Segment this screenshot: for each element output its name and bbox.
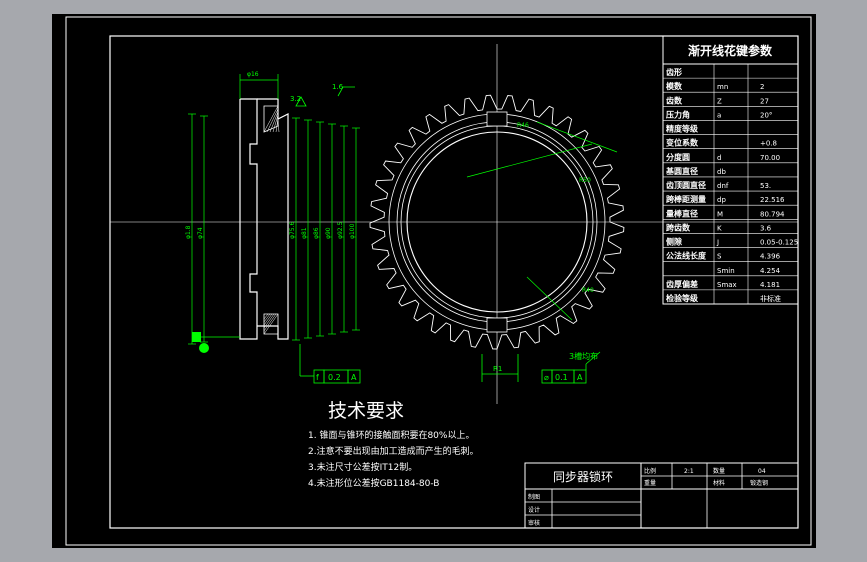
param-name: 公法线长度 <box>666 251 707 261</box>
weight-label: 重量 <box>644 479 656 487</box>
param-name: 跨棒距测量 <box>666 194 706 204</box>
section-outline-right <box>257 98 289 340</box>
gear-label-r46: R46 <box>517 122 529 129</box>
param-name: 齿厚偏差 <box>666 279 698 289</box>
section-dim-label: φ100 <box>349 223 356 239</box>
tech-req-item-3: 3.未注尺寸公差按IT12制。 <box>308 461 417 473</box>
tol-symbol: f <box>316 373 319 382</box>
param-symbol: K <box>717 224 722 232</box>
row-drafter: 制图 <box>528 493 540 501</box>
param-name: 跨齿数 <box>666 222 691 232</box>
scale-value: 2:1 <box>684 468 694 475</box>
tech-req-item-1: 1. 锥面与锥环的接触面积要在80%以上。 <box>308 429 474 441</box>
param-name: 检验等级 <box>666 293 699 303</box>
param-value: 4.396 <box>760 253 781 261</box>
roughness-2: 1.6 <box>332 83 344 91</box>
gear-tolerance-frame: R1 ⌀ 0.1 A 3槽均布 <box>481 351 601 384</box>
param-symbol: mn <box>717 83 728 91</box>
param-value: 70.00 <box>760 154 780 162</box>
param-name: 侧隙 <box>666 237 682 247</box>
slot-note: 3槽均布 <box>569 351 598 361</box>
material-label: 材料 <box>713 479 725 487</box>
section-dim-label: φ81 <box>301 227 308 239</box>
gear-slot <box>486 317 508 333</box>
tech-req-title: 技术要求 <box>328 400 404 422</box>
engineering-drawing: R46 R50 R40 φ1.8 φ74 φ75.6 φ81 φ86 φ90 φ92.5 φ100… <box>65 16 812 546</box>
datum-circle <box>199 343 209 353</box>
param-name: 齿顶圆直径 <box>666 180 706 190</box>
section-dim-label: φ90 <box>325 227 332 239</box>
title-block: 同步器锁环 比例 2:1 数量 04 重量 材料 锻造钢 制图 设计 审核 <box>524 462 799 529</box>
cad-viewport[interactable]: R46 R50 R40 φ1.8 φ74 φ75.6 φ81 φ86 φ90 φ92.5 φ100… <box>52 14 816 548</box>
param-symbol: Z <box>717 97 722 105</box>
section-outline-left <box>239 98 258 340</box>
param-table-title: 渐开线花键参数 <box>688 43 773 58</box>
param-value: 27 <box>760 97 769 105</box>
gear-label-r40: R40 <box>582 287 594 294</box>
param-name: 齿数 <box>666 95 683 105</box>
param-symbol: d <box>717 154 721 162</box>
param-value: 2 <box>760 83 764 91</box>
param-symbol: S <box>717 253 722 261</box>
section-dimensions: φ1.8 φ74 φ75.6 φ81 φ86 φ90 φ92.5 φ100 φ16 <box>185 71 360 345</box>
param-name: 齿形 <box>666 67 682 77</box>
spline-parameter-table: 渐开线花键参数 齿形模数 mn 2 齿数 Z 27 压力角 a 20° 精度等级变位系数 +0.8 分… <box>662 35 799 305</box>
param-value: 22.516 <box>760 196 785 204</box>
section-dim-label: φ92.5 <box>337 222 344 240</box>
param-value: 20° <box>760 112 772 120</box>
section-dim-label: φ75.6 <box>289 222 296 240</box>
tol-value: 0.2 <box>328 373 341 382</box>
section-view: φ1.8 φ74 φ75.6 φ81 φ86 φ90 φ92.5 φ100φ16 f 0.2 … <box>185 71 361 384</box>
param-name: 压力角 <box>666 110 690 120</box>
param-value: 3.6 <box>760 224 772 232</box>
material-name: 锻造钢 <box>750 479 768 487</box>
sheet-label: 数量 <box>713 467 725 475</box>
section-dim-label: φ1.8 <box>185 225 192 239</box>
param-value: 80.794 <box>760 210 785 218</box>
param-name: 基圆直径 <box>665 166 698 176</box>
gear-label-r50: R50 <box>579 177 591 184</box>
tech-req-item-2: 2.注意不要出现由加工造成而产生的毛刺。 <box>308 445 479 457</box>
param-symbol: a <box>717 112 721 120</box>
param-value: 0.05-0.125 <box>760 239 798 247</box>
width-dim-label: φ16 <box>247 71 259 78</box>
param-symbol: dp <box>717 196 726 204</box>
param-value: 4.254 <box>760 267 781 275</box>
param-symbol: dnf <box>717 182 729 190</box>
section-dim-label: φ74 <box>197 227 204 239</box>
gear-slot <box>486 111 508 127</box>
param-name: 分度圆 <box>666 152 690 162</box>
param-name: 模数 <box>666 81 683 91</box>
section-dim-label: φ86 <box>313 227 320 239</box>
param-name: 精度等级 <box>666 124 699 134</box>
param-value: +0.8 <box>760 140 777 148</box>
tol-datum: A <box>351 373 357 382</box>
param-value: 53. <box>760 182 771 190</box>
tech-req-item-4: 4.未注形位公差按GB1184-80-B <box>308 477 439 489</box>
param-name: 变位系数 <box>666 138 699 148</box>
technical-requirements: 技术要求 1. 锥面与锥环的接触面积要在80%以上。 2.注意不要出现由加工造成… <box>308 400 479 489</box>
param-symbol: M <box>717 210 723 218</box>
outer-border <box>65 16 812 546</box>
row-review: 审核 <box>528 519 540 527</box>
scale-label: 比例 <box>644 467 656 475</box>
part-name: 同步器锁环 <box>553 469 613 484</box>
param-symbol: J <box>716 239 719 247</box>
gear-tol-symbol: ⌀ <box>544 373 549 382</box>
gear-tol-datum: A <box>577 373 583 382</box>
material-value: 04 <box>758 468 766 475</box>
param-value: 4.181 <box>760 281 780 289</box>
param-name: 量棒直径 <box>666 208 698 218</box>
param-symbol: Smax <box>717 281 737 289</box>
param-symbol: db <box>717 168 726 176</box>
param-value: 非标准 <box>760 294 781 303</box>
param-symbol: Smin <box>717 267 735 275</box>
slot-width-dim: R1 <box>493 365 502 373</box>
row-design: 设计 <box>528 506 540 514</box>
hatching <box>263 105 280 335</box>
gear-tol-value: 0.1 <box>555 373 568 382</box>
